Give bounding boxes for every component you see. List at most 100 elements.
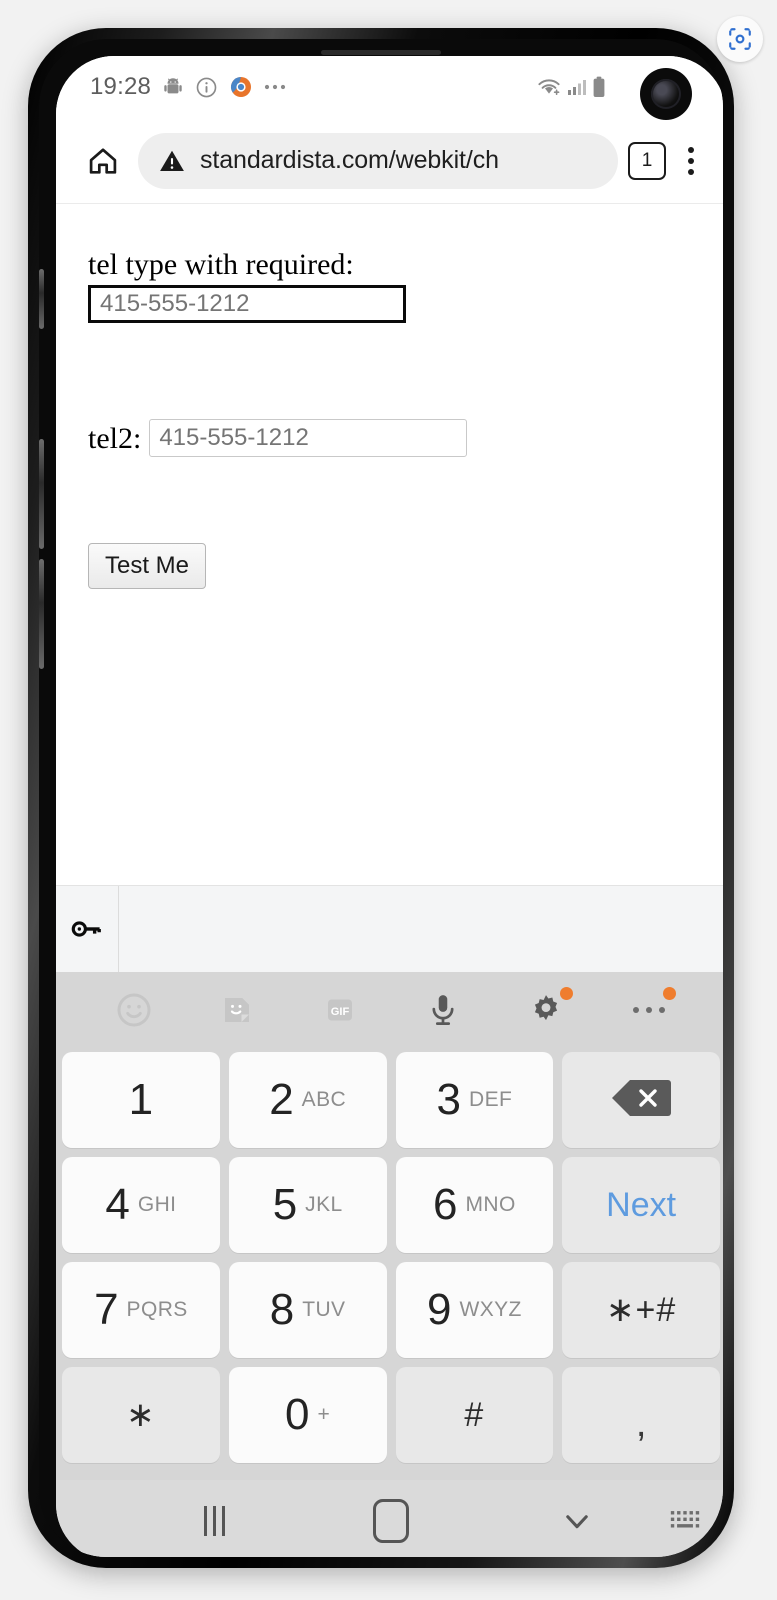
status-clock: 19:28 — [90, 73, 152, 100]
key-0[interactable]: 0 + — [228, 1367, 387, 1463]
address-bar[interactable]: standardista.com/webkit/ch — [138, 132, 618, 189]
keypad-row: 1 2 ABC 3 DEF — [62, 1052, 720, 1148]
status-bar-left: 19:28 — [90, 73, 290, 101]
wifi-icon — [536, 77, 562, 97]
key-hash-label: # — [464, 1395, 485, 1434]
browser-toolbar: standardista.com/webkit/ch 1 — [56, 118, 723, 204]
cellular-signal-icon — [567, 77, 587, 97]
key-1[interactable]: 1 — [62, 1052, 220, 1148]
earpiece-speaker — [321, 50, 441, 55]
web-page-content: tel type with required: tel2: Test Me — [56, 204, 723, 885]
key-7-digit: 7 — [94, 1285, 119, 1334]
key-asterisk-label: ∗ — [126, 1396, 156, 1434]
key-3-letters: DEF — [469, 1088, 513, 1111]
key-6[interactable]: 6 MNO — [395, 1157, 554, 1253]
key-9[interactable]: 9 WXYZ — [395, 1262, 554, 1358]
gif-icon[interactable]: GIF — [313, 983, 367, 1037]
key-symbols[interactable]: ∗+# — [562, 1262, 720, 1358]
key-0-letters: + — [317, 1403, 331, 1426]
front-camera-punchhole — [640, 68, 692, 120]
key-9-digit: 9 — [427, 1285, 452, 1334]
more-status-icons — [264, 83, 290, 91]
sticker-icon[interactable] — [210, 983, 264, 1037]
address-bar-url: standardista.com/webkit/ch — [200, 146, 499, 174]
emoji-icon[interactable] — [107, 983, 161, 1037]
keypad-row: ∗ 0 + #, — [62, 1367, 720, 1463]
key-6-letters: MNO — [465, 1193, 516, 1216]
screenshot-capture-button[interactable] — [717, 16, 763, 62]
on-screen-keyboard: GIF 1 2 ABC 3 DEF 4 GHI 5 JKL 6 MNO Next… — [56, 972, 723, 1480]
key-hash[interactable]: # — [395, 1367, 554, 1463]
screenshot-capture-icon — [729, 28, 751, 50]
camera-lens-icon — [651, 79, 681, 109]
key-7-letters: PQRS — [126, 1298, 188, 1321]
key-7[interactable]: 7 PQRS — [62, 1262, 220, 1358]
tel1-label: tel type with required: — [88, 248, 354, 281]
key-9-letters: WXYZ — [459, 1298, 522, 1321]
keypad-row: 7 PQRS 8 TUV 9 WXYZ ∗+# — [62, 1262, 720, 1358]
autofill-suggestions-area[interactable] — [119, 886, 723, 972]
key-5-digit: 5 — [272, 1180, 298, 1229]
key-next[interactable]: Next — [562, 1157, 720, 1253]
phone-bezel: 19:28 standardista.com/webkit/ch 1 tel t… — [39, 39, 723, 1557]
key-5[interactable]: 5 JKL — [228, 1157, 387, 1253]
not-secure-warning-icon — [158, 147, 186, 175]
phone-screen: 19:28 standardista.com/webkit/ch 1 tel t… — [56, 56, 723, 1557]
settings-gear-icon[interactable] — [519, 983, 573, 1037]
key-4[interactable]: 4 GHI — [62, 1157, 220, 1253]
tel2-field-block: tel2: — [88, 419, 723, 457]
notification-dot — [559, 987, 573, 1000]
status-bar-right — [536, 76, 606, 98]
volume-down-button[interactable] — [39, 559, 44, 669]
key-comma[interactable]: , — [562, 1367, 720, 1463]
more-options-icon[interactable] — [622, 983, 676, 1037]
key-2-letters: ABC — [301, 1088, 347, 1111]
test-me-button[interactable]: Test Me — [88, 543, 207, 589]
svg-text:GIF: GIF — [330, 1006, 349, 1018]
tel1-input[interactable] — [88, 285, 406, 323]
home-icon[interactable] — [78, 144, 128, 178]
key-8-letters: TUV — [302, 1298, 346, 1321]
key-4-letters: GHI — [137, 1193, 177, 1216]
system-navigation-bar — [56, 1480, 723, 1557]
microphone-icon[interactable] — [416, 983, 470, 1037]
hide-keyboard-chevron-icon[interactable] — [560, 1504, 594, 1538]
tel1-field-block: tel type with required: — [88, 248, 723, 323]
status-bar: 19:28 — [56, 56, 723, 120]
key-backspace[interactable] — [562, 1052, 720, 1148]
autofill-suggestion-bar — [56, 885, 723, 972]
phone-frame: 19:28 standardista.com/webkit/ch 1 tel t… — [28, 28, 734, 1568]
key-6-digit: 6 — [433, 1180, 458, 1229]
key-2[interactable]: 2 ABC — [228, 1052, 387, 1148]
key-next-label: Next — [606, 1185, 677, 1224]
side-rail — [39, 269, 44, 329]
key-5-letters: JKL — [305, 1193, 343, 1216]
battery-icon — [592, 76, 606, 98]
notification-dot — [662, 987, 676, 1000]
tel2-label: tel2: — [88, 421, 142, 455]
keypad: 1 2 ABC 3 DEF 4 GHI 5 JKL 6 MNO Next 7 PQRS 8 TUV 9 WXYZ ∗… — [56, 1048, 723, 1480]
key-0-digit: 0 — [285, 1390, 310, 1439]
home-nav-icon[interactable] — [373, 1499, 409, 1543]
key-3[interactable]: 3 DEF — [395, 1052, 554, 1148]
keypad-row: 4 GHI 5 JKL 6 MNO Next — [62, 1157, 720, 1253]
chrome-app-icon — [229, 75, 253, 99]
key-symbols-label: ∗+# — [605, 1291, 677, 1329]
key-3-digit: 3 — [436, 1075, 462, 1124]
info-circle-icon — [195, 76, 218, 99]
key-2-digit: 2 — [269, 1075, 294, 1124]
recents-icon[interactable] — [204, 1506, 225, 1536]
keyboard-toolbar: GIF — [56, 972, 723, 1048]
keyboard-switch-icon[interactable] — [668, 1508, 702, 1534]
key-4-digit: 4 — [105, 1180, 130, 1229]
key-comma-label: , — [635, 1402, 647, 1445]
tab-counter-button[interactable]: 1 — [628, 141, 666, 180]
volume-up-button[interactable] — [39, 439, 44, 549]
key-8-digit: 8 — [269, 1285, 295, 1334]
password-key-icon[interactable] — [56, 886, 119, 972]
key-8[interactable]: 8 TUV — [228, 1262, 387, 1358]
key-1-digit: 1 — [128, 1075, 154, 1124]
key-asterisk[interactable]: ∗ — [62, 1367, 220, 1463]
tel2-input[interactable] — [149, 419, 468, 457]
overflow-menu-icon[interactable] — [676, 142, 706, 180]
